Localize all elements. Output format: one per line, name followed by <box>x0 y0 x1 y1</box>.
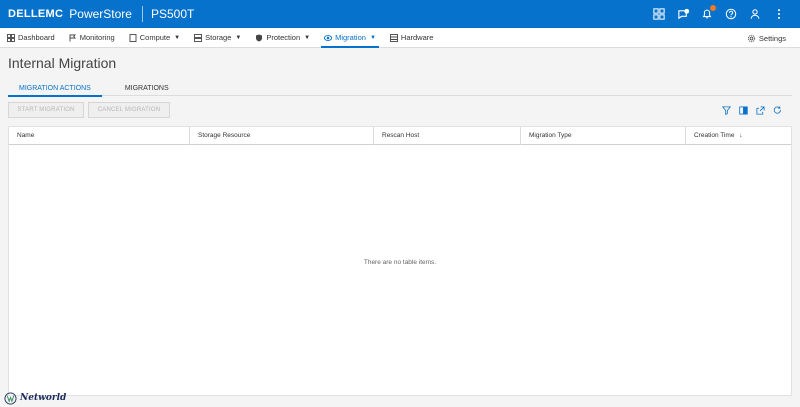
system-name[interactable]: PS500T <box>151 7 194 21</box>
migration-icon <box>324 34 333 41</box>
product-name: PowerStore <box>69 7 132 21</box>
nav-settings[interactable]: Settings <box>747 28 786 48</box>
column-header-migration-type[interactable]: Migration Type <box>520 127 685 145</box>
grid-icon[interactable] <box>652 7 666 21</box>
nav-label: Dashboard <box>18 33 55 42</box>
brand-logo: DELLEMC <box>8 8 64 20</box>
nav-hardware[interactable]: Hardware <box>383 28 441 48</box>
nav-compute[interactable]: Compute ▼ <box>122 28 187 48</box>
nav-label: Storage <box>205 33 232 42</box>
hardware-icon <box>389 33 398 42</box>
migration-table: Name Storage Resource Rescan Host Migrat… <box>8 126 792 396</box>
help-icon[interactable] <box>724 7 738 21</box>
watermark-text: Networld <box>20 393 67 403</box>
column-header-creation-time[interactable]: Creation Time ↓ <box>685 127 769 145</box>
top-header-bar: DELLEMC PowerStore PS500T <box>0 0 800 28</box>
storage-icon <box>194 33 203 42</box>
toolbar-icons <box>722 106 782 115</box>
chat-icon[interactable] <box>676 7 690 21</box>
bell-icon[interactable] <box>700 5 716 21</box>
alert-badge <box>710 5 716 11</box>
compute-icon <box>129 33 137 42</box>
page-tabs: MIGRATION ACTIONS MIGRATIONS <box>8 84 792 97</box>
refresh-icon[interactable] <box>773 106 782 115</box>
nav-label: Monitoring <box>79 33 115 42</box>
export-icon[interactable] <box>756 106 765 115</box>
main-nav: Dashboard Monitoring Compute ▼ Storage ▼… <box>0 28 800 48</box>
column-header-name[interactable]: Name <box>9 127 189 145</box>
nav-label: Hardware <box>400 33 434 42</box>
networld-logo-icon <box>4 392 17 404</box>
column-label: Creation Time <box>694 132 735 139</box>
start-migration-button[interactable]: START MIGRATION <box>8 102 84 118</box>
tab-migration-actions[interactable]: MIGRATION ACTIONS <box>8 84 102 97</box>
sort-down-icon: ↓ <box>739 132 743 139</box>
shield-icon <box>256 34 263 41</box>
nav-label: Protection <box>266 33 301 42</box>
nav-monitoring[interactable]: Monitoring <box>62 28 122 48</box>
gear-icon <box>747 34 756 42</box>
chevron-down-icon: ▼ <box>304 34 311 41</box>
table-toolbar: START MIGRATION CANCEL MIGRATION <box>8 102 792 118</box>
nav-label: Migration <box>335 33 366 42</box>
column-header-rescan-host[interactable]: Rescan Host <box>373 127 520 145</box>
header-icons <box>652 0 786 28</box>
chevron-down-icon: ▼ <box>235 34 242 41</box>
nav-dashboard[interactable]: Dashboard <box>0 28 62 48</box>
nav-label: Compute <box>139 33 171 42</box>
chevron-down-icon: ▼ <box>369 34 376 41</box>
flag-icon <box>69 34 76 41</box>
page-title: Internal Migration <box>8 55 117 71</box>
header-divider <box>141 6 143 22</box>
more-icon[interactable] <box>772 7 786 21</box>
nav-storage[interactable]: Storage ▼ <box>187 28 248 48</box>
watermark: Networld <box>4 390 66 406</box>
tab-migrations[interactable]: MIGRATIONS <box>114 84 180 96</box>
cancel-migration-button[interactable]: CANCEL MIGRATION <box>88 102 170 118</box>
settings-label: Settings <box>758 33 786 43</box>
user-icon[interactable] <box>748 7 762 21</box>
dashboard-icon <box>7 33 15 42</box>
table-header: Name Storage Resource Rescan Host Migrat… <box>9 127 791 145</box>
chevron-down-icon: ▼ <box>174 34 181 41</box>
empty-table-message: There are no table items. <box>363 259 437 266</box>
filter-icon[interactable] <box>722 106 731 115</box>
column-header-storage-resource[interactable]: Storage Resource <box>189 127 373 145</box>
nav-protection[interactable]: Protection ▼ <box>248 28 317 48</box>
columns-icon[interactable] <box>739 106 748 115</box>
nav-migration[interactable]: Migration ▼ <box>317 28 383 48</box>
